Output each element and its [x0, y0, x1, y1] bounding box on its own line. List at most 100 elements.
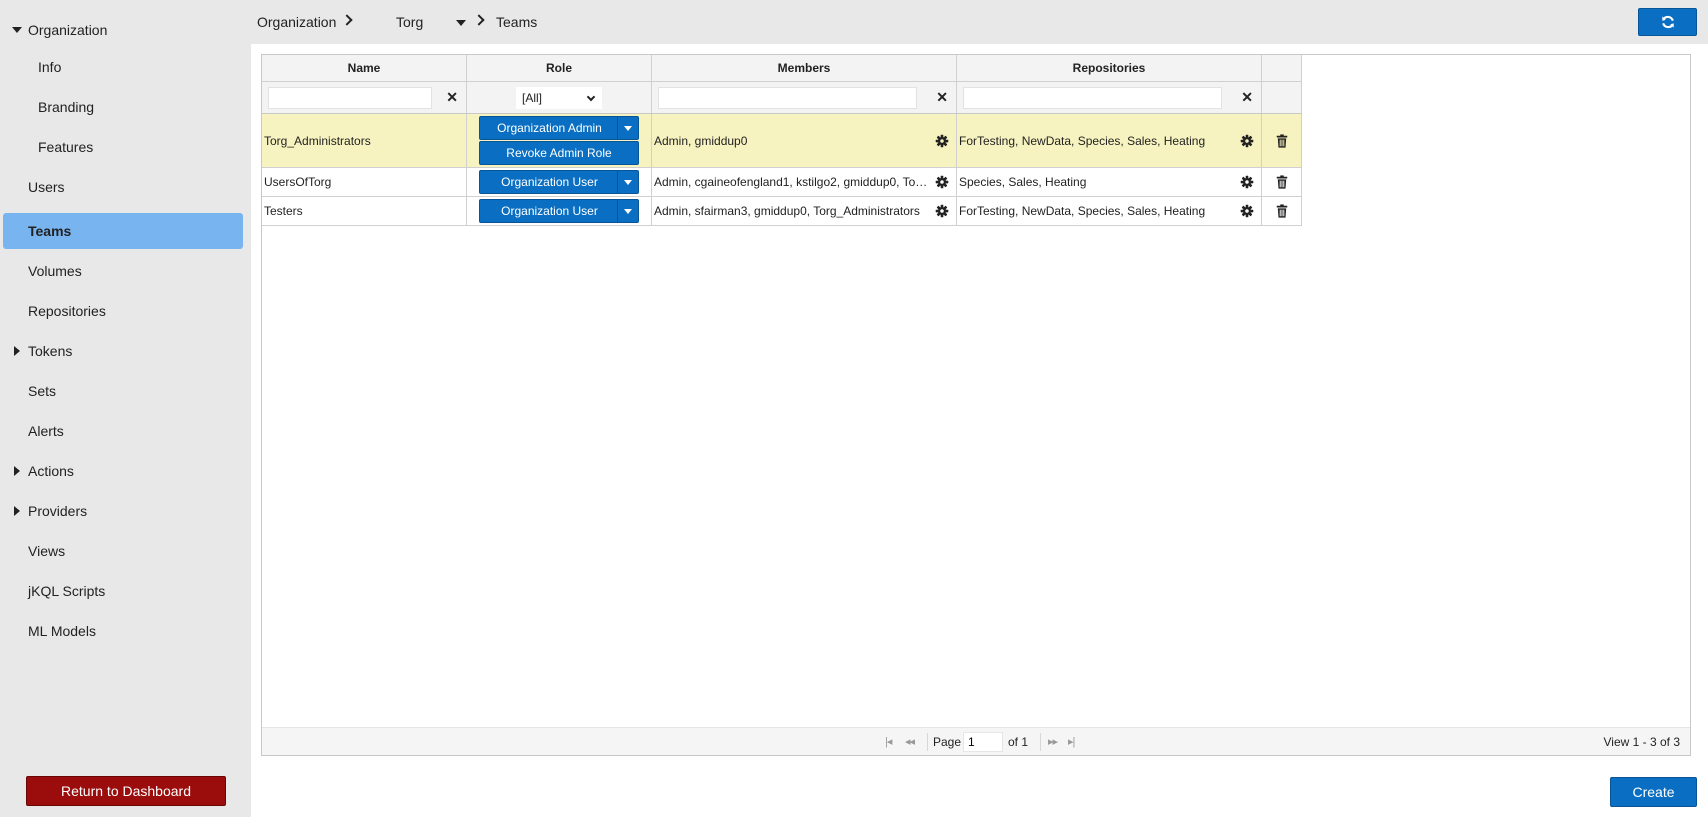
- trash-icon[interactable]: [1275, 204, 1289, 218]
- sidebar-item-tokens[interactable]: Tokens: [3, 333, 243, 369]
- trash-icon[interactable]: [1275, 133, 1289, 148]
- column-header-repositories[interactable]: Repositories: [957, 55, 1262, 82]
- column-header-role[interactable]: Role: [467, 55, 652, 82]
- role-filter-select[interactable]: [All]: [516, 87, 602, 109]
- chevron-right-icon: [341, 14, 353, 26]
- name-filter-input[interactable]: [268, 87, 432, 109]
- team-name-cell: Torg_Administrators: [262, 114, 467, 168]
- sidebar-item-volumes[interactable]: Volumes: [3, 253, 243, 289]
- column-header-members[interactable]: Members: [652, 55, 957, 82]
- sidebar-item-label: jKQL Scripts: [28, 583, 106, 599]
- repositories-filter-input[interactable]: [963, 87, 1222, 109]
- gear-icon[interactable]: [1240, 175, 1254, 189]
- sidebar-item-label: Sets: [28, 383, 57, 399]
- prev-page-icon[interactable]: ◂◂: [905, 735, 915, 748]
- clear-icon[interactable]: ✕: [936, 89, 948, 106]
- caret-down-icon[interactable]: [617, 200, 638, 222]
- trash-icon[interactable]: [1275, 175, 1289, 189]
- team-actions-cell: [1262, 114, 1302, 168]
- sidebar-item-label: Features: [38, 139, 94, 155]
- create-button[interactable]: Create: [1610, 777, 1697, 807]
- sidebar-item-sets[interactable]: Sets: [3, 373, 243, 409]
- team-members-cell: Admin, gmiddup0: [652, 114, 957, 168]
- caret-down-icon[interactable]: [456, 20, 466, 26]
- table-row[interactable]: Testers Organization User Admin, sfairma…: [262, 197, 1305, 226]
- team-repositories-cell: Species, Sales, Heating: [957, 168, 1262, 197]
- sidebar-item-label: Organization: [28, 22, 108, 38]
- sidebar-item-label: ML Models: [28, 623, 96, 639]
- sidebar-item-providers[interactable]: Providers: [3, 493, 243, 529]
- pager-separator: [927, 733, 928, 751]
- breadcrumb-organization[interactable]: Organization: [257, 14, 336, 30]
- team-members-cell: Admin, cgaineofengland1, kstilgo2, gmidd…: [652, 168, 957, 197]
- filter-cell-name: ✕: [262, 82, 467, 114]
- role-dropdown-button[interactable]: Organization Admin: [479, 116, 639, 140]
- pager-separator: [1040, 733, 1041, 751]
- sidebar-item-label: Info: [38, 59, 62, 75]
- caret-right-icon: [14, 466, 20, 476]
- sidebar-item-ml-models[interactable]: ML Models: [3, 613, 243, 649]
- page-count: of 1: [1008, 735, 1029, 749]
- caret-down-icon: [12, 27, 22, 33]
- clear-icon[interactable]: ✕: [446, 89, 458, 106]
- sidebar-item-actions[interactable]: Actions: [3, 453, 243, 489]
- caret-right-icon: [14, 506, 20, 516]
- sidebar-item-repositories[interactable]: Repositories: [3, 293, 243, 329]
- page-number-input[interactable]: [963, 732, 1003, 752]
- sidebar-item-label: Providers: [28, 503, 88, 519]
- sidebar-item-features[interactable]: Features: [3, 129, 243, 165]
- sidebar-item-label: Teams: [28, 223, 72, 239]
- first-page-icon[interactable]: |◂: [885, 735, 892, 748]
- caret-down-icon[interactable]: [617, 117, 638, 139]
- sidebar-item-branding[interactable]: Branding: [3, 89, 243, 125]
- refresh-button[interactable]: [1638, 8, 1697, 36]
- sidebar-item-label: Views: [28, 543, 66, 559]
- table-row[interactable]: UsersOfTorg Organization User Admin, cga…: [262, 168, 1305, 197]
- role-dropdown-button[interactable]: Organization User: [479, 199, 639, 223]
- sidebar-item-views[interactable]: Views: [3, 533, 243, 569]
- last-page-icon[interactable]: ▸|: [1068, 735, 1075, 748]
- role-dropdown-button[interactable]: Organization User: [479, 170, 639, 194]
- chevron-down-icon: [586, 92, 596, 102]
- sidebar-item-users[interactable]: Users: [3, 169, 243, 205]
- table-row[interactable]: Torg_Administrators Organization Admin R…: [262, 114, 1305, 168]
- sidebar-item-info[interactable]: Info: [3, 49, 243, 85]
- team-repositories-cell: ForTesting, NewData, Species, Sales, Hea…: [957, 114, 1262, 168]
- main-content: Name Role Members Repositories ✕ [All] ✕…: [251, 44, 1708, 817]
- sidebar-item-jkql-scripts[interactable]: jKQL Scripts: [3, 573, 243, 609]
- role-filter-value: [All]: [522, 91, 543, 105]
- sidebar-item-alerts[interactable]: Alerts: [3, 413, 243, 449]
- team-actions-cell: [1262, 197, 1302, 226]
- revoke-admin-role-button[interactable]: Revoke Admin Role: [479, 141, 639, 165]
- filter-cell-actions: [1262, 82, 1302, 114]
- team-name-cell: Testers: [262, 197, 467, 226]
- next-page-icon[interactable]: ▸▸: [1048, 735, 1058, 748]
- view-range-text: View 1 - 3 of 3: [1603, 735, 1681, 749]
- sidebar-item-label: Volumes: [28, 263, 82, 279]
- gear-icon[interactable]: [1240, 204, 1254, 218]
- team-repositories-cell: ForTesting, NewData, Species, Sales, Hea…: [957, 197, 1262, 226]
- header: Organization Torg Teams: [251, 0, 1708, 44]
- sidebar-item-label: Branding: [38, 99, 95, 115]
- return-to-dashboard-button[interactable]: Return to Dashboard: [26, 776, 226, 806]
- sidebar-item-teams[interactable]: Teams: [3, 213, 243, 249]
- filter-cell-role: [All]: [467, 82, 652, 114]
- filter-cell-repositories: ✕: [957, 82, 1262, 114]
- members-filter-input[interactable]: [658, 87, 917, 109]
- breadcrumb-org-select[interactable]: Torg: [396, 14, 423, 30]
- column-header-actions: [1262, 55, 1302, 82]
- gear-icon[interactable]: [935, 134, 949, 148]
- sidebar-item-label: Tokens: [28, 343, 73, 359]
- team-name-cell: UsersOfTorg: [262, 168, 467, 197]
- gear-icon[interactable]: [935, 175, 949, 189]
- team-actions-cell: [1262, 168, 1302, 197]
- teams-grid: Name Role Members Repositories ✕ [All] ✕…: [261, 54, 1691, 756]
- gear-icon[interactable]: [1240, 134, 1254, 148]
- team-role-cell: Organization User: [467, 168, 652, 197]
- sidebar-item-organization[interactable]: Organization: [3, 12, 243, 48]
- clear-icon[interactable]: ✕: [1241, 89, 1253, 106]
- refresh-icon: [1661, 15, 1674, 29]
- column-header-name[interactable]: Name: [262, 55, 467, 82]
- caret-down-icon[interactable]: [617, 171, 638, 193]
- gear-icon[interactable]: [935, 204, 949, 218]
